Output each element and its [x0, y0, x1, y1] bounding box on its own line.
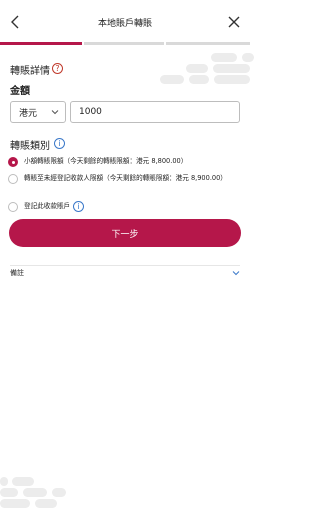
radio-option-small-amount[interactable]: 小額轉賬限額（今天剩餘的轉賬限額：港元 8,800.00）	[8, 156, 238, 167]
amount-label: 金額	[10, 86, 30, 97]
progress-step-3	[166, 42, 250, 45]
remark-row[interactable]: 備註	[10, 266, 240, 280]
amount-input[interactable]	[70, 101, 240, 123]
currency-select[interactable]: 港元	[10, 101, 66, 123]
chevron-down-icon	[51, 110, 59, 115]
radio-label: 登記此收款賬戶	[24, 202, 71, 210]
close-icon[interactable]	[226, 14, 242, 30]
radio-label: 小額轉賬限額（今天剩餘的轉賬限額：港元 8,800.00）	[24, 157, 188, 165]
chevron-left-icon[interactable]	[8, 14, 24, 30]
currency-value: 港元	[19, 108, 38, 119]
register-payee-option[interactable]: 登記此收款賬戶 i	[8, 201, 238, 212]
progress-step-2	[84, 42, 164, 45]
radio-button[interactable]	[8, 202, 18, 212]
page-title: 本地賬戶轉賬	[97, 18, 152, 29]
next-button[interactable]: 下一步	[9, 219, 241, 247]
transfer-type-title: 轉賬類別	[10, 141, 50, 152]
radio-button[interactable]	[8, 157, 18, 167]
info-icon[interactable]: i	[73, 201, 85, 212]
info-icon[interactable]: i	[54, 138, 65, 149]
question-mark-icon[interactable]: ?	[52, 63, 63, 74]
header-bar: 本地賬戶轉賬	[0, 0, 250, 44]
chevron-down-icon	[232, 271, 240, 276]
radio-label: 轉賬至未經登記收款人限額（今天剩餘的轉賬限額：港元 8,900.00）	[24, 174, 227, 182]
transfer-details-title: 轉賬詳情	[10, 66, 50, 77]
radio-button[interactable]	[8, 174, 18, 184]
radio-option-unregistered-payee[interactable]: 轉賬至未經登記收款人限額（今天剩餘的轉賬限額：港元 8,900.00）	[8, 173, 244, 184]
progress-step-1	[0, 42, 82, 45]
remark-label: 備註	[10, 269, 24, 277]
step-progress-bar	[0, 42, 250, 46]
